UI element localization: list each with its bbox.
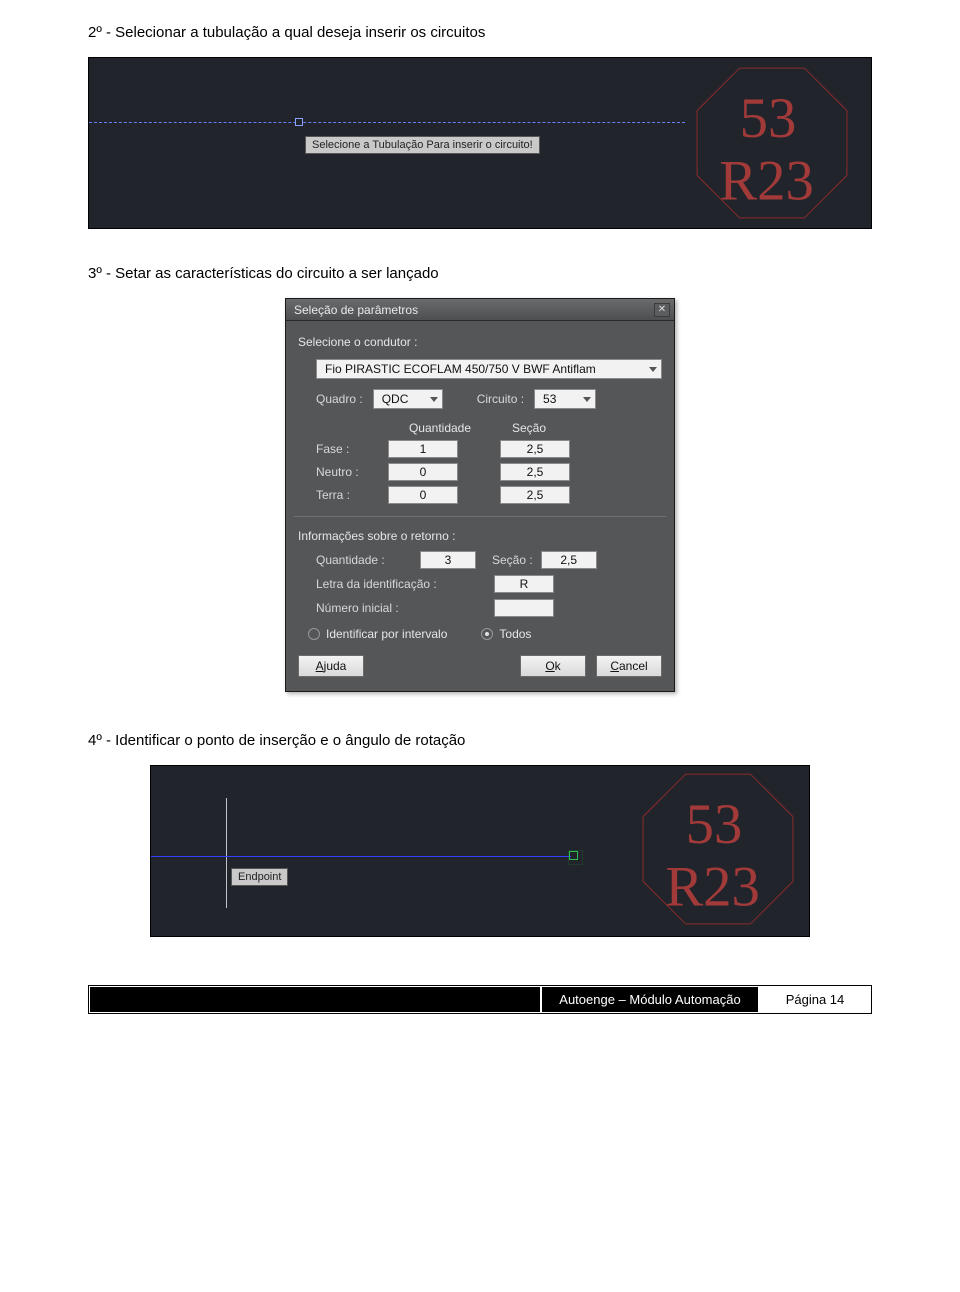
chevron-down-icon xyxy=(649,367,657,372)
ret-letter-label: Letra da identificação : xyxy=(316,577,486,591)
dialog-title: Seleção de parâmetros xyxy=(294,303,418,317)
step-3-heading: 3º - Setar as características do circuit… xyxy=(88,265,872,282)
conductor-combo[interactable]: Fio PIRASTIC ECOFLAM 450/750 V BWF Antif… xyxy=(316,359,662,379)
quadro-value: QDC xyxy=(382,392,409,406)
terra-qty-input[interactable] xyxy=(388,486,458,504)
oct-top-text: 53 xyxy=(686,793,743,856)
ret-sec-input[interactable] xyxy=(541,551,597,569)
dialog-titlebar: Seleção de parâmetros ✕ xyxy=(286,299,674,321)
conductor-value: Fio PIRASTIC ECOFLAM 450/750 V BWF Antif… xyxy=(325,362,596,376)
radio-all-label: Todos xyxy=(499,627,531,641)
select-conductor-label: Selecione o condutor : xyxy=(298,335,662,349)
step-2-heading: 2º - Selecionar a tubulação a qual desej… xyxy=(88,24,872,41)
neutro-label: Neutro : xyxy=(316,465,378,479)
radio-interval-label: Identificar por intervalo xyxy=(326,627,447,641)
divider xyxy=(294,516,666,517)
circuito-combo[interactable]: 53 xyxy=(534,389,596,409)
quadro-label: Quadro : xyxy=(316,392,363,406)
radio-all[interactable]: Todos xyxy=(481,627,531,641)
quadro-combo[interactable]: QDC xyxy=(373,389,443,409)
cancel-button[interactable]: Cancel xyxy=(596,655,662,677)
cursor-vertical xyxy=(226,798,227,908)
step-4-heading: 4º - Identificar o ponto de inserção e o… xyxy=(88,732,872,749)
terra-label: Terra : xyxy=(316,488,378,502)
radio-icon xyxy=(481,628,493,640)
octagon-symbol: 53 R23 xyxy=(691,62,853,224)
ret-qty-label: Quantidade : xyxy=(316,553,412,567)
octagon-symbol: 53 R23 xyxy=(637,768,799,930)
fase-qty-input[interactable] xyxy=(388,440,458,458)
oct-bot-text: R23 xyxy=(719,150,814,213)
ret-num-label: Número inicial : xyxy=(316,601,486,615)
footer-title: Autoenge – Módulo Automação xyxy=(540,987,760,1012)
footer-left xyxy=(90,987,540,1012)
neutro-qty-input[interactable] xyxy=(388,463,458,481)
ret-qty-input[interactable] xyxy=(420,551,476,569)
chevron-down-icon xyxy=(430,397,438,402)
tubulacao-line xyxy=(151,856,571,857)
col-secao: Seção xyxy=(494,421,564,435)
circuito-label: Circuito : xyxy=(477,392,524,406)
ret-letter-input[interactable] xyxy=(494,575,554,593)
radio-icon xyxy=(308,628,320,640)
cad-tooltip-endpoint: Endpoint xyxy=(231,868,288,886)
ret-sec-label: Seção : xyxy=(492,553,533,567)
oct-top-text: 53 xyxy=(740,87,797,150)
ret-num-input[interactable] xyxy=(494,599,554,617)
col-quantidade: Quantidade xyxy=(396,421,484,435)
neutro-sec-input[interactable] xyxy=(500,463,570,481)
circuito-value: 53 xyxy=(543,392,556,406)
footer-page: Página 14 xyxy=(760,987,870,1012)
retorno-title: Informações sobre o retorno : xyxy=(298,529,662,543)
radio-interval[interactable]: Identificar por intervalo xyxy=(308,627,447,641)
page-footer: Autoenge – Módulo Automação Página 14 xyxy=(88,985,872,1014)
fase-sec-input[interactable] xyxy=(500,440,570,458)
help-rest: juda xyxy=(324,659,347,673)
oct-bot-text: R23 xyxy=(665,856,760,919)
chevron-down-icon xyxy=(583,397,591,402)
help-button[interactable]: Ajuda xyxy=(298,655,364,677)
close-icon[interactable]: ✕ xyxy=(654,303,670,317)
cad-screenshot-2: Endpoint 53 R23 xyxy=(150,765,810,937)
endpoint-marker xyxy=(569,851,578,860)
cad-screenshot-1: Selecione a Tubulação Para inserir o cir… xyxy=(88,57,872,229)
ok-button[interactable]: Ok xyxy=(520,655,586,677)
selection-grip xyxy=(295,118,303,126)
cad-tooltip: Selecione a Tubulação Para inserir o cir… xyxy=(305,136,540,154)
parameters-dialog: Seleção de parâmetros ✕ Selecione o cond… xyxy=(285,298,675,692)
terra-sec-input[interactable] xyxy=(500,486,570,504)
fase-label: Fase : xyxy=(316,442,378,456)
selected-polyline xyxy=(89,122,685,123)
